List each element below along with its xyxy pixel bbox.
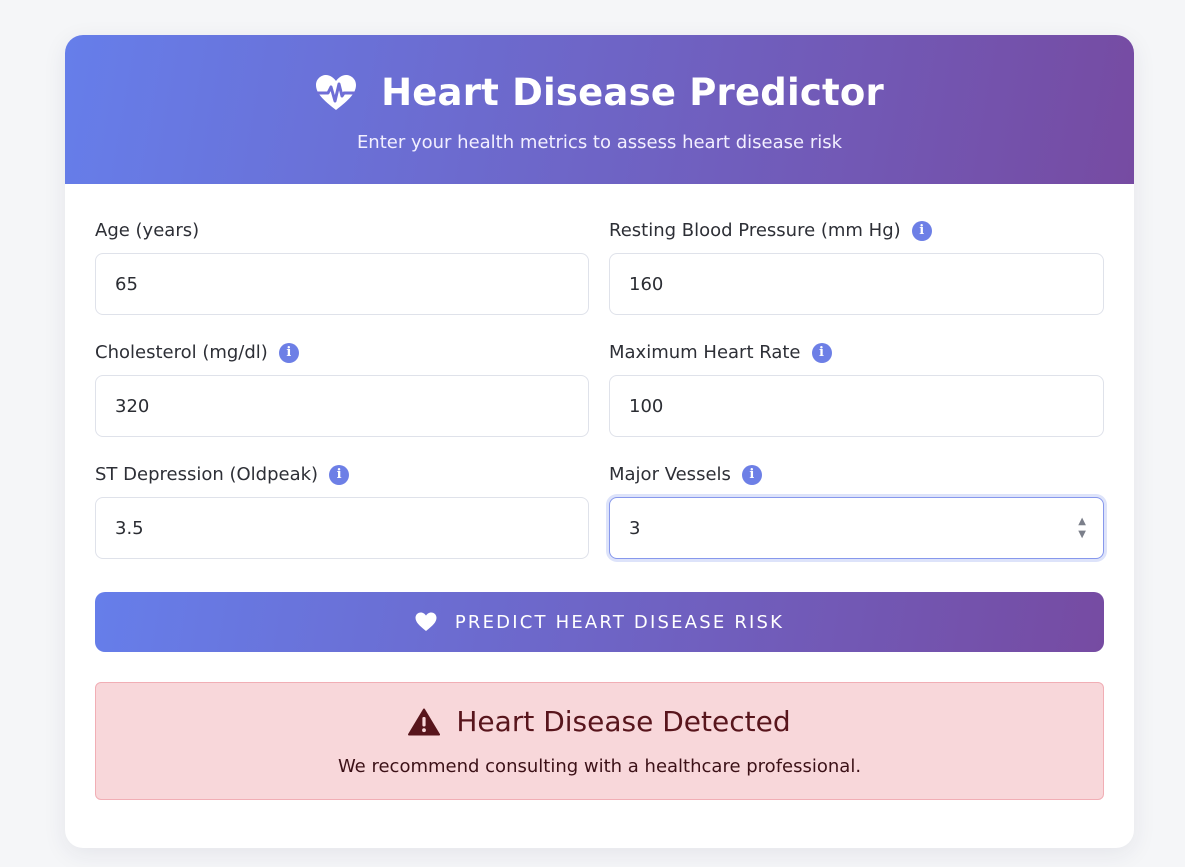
st-depression-input[interactable] bbox=[95, 497, 589, 559]
age-field: Age (years) bbox=[95, 218, 589, 340]
page-subtitle: Enter your health metrics to assess hear… bbox=[356, 132, 843, 153]
major-vessels-label: Major Vessels bbox=[609, 464, 731, 485]
header: Heart Disease Predictor Enter your healt… bbox=[65, 35, 1134, 184]
title-row: Heart Disease Predictor bbox=[65, 71, 1134, 114]
stepper-up-icon[interactable]: ▲ bbox=[1078, 516, 1086, 527]
cholesterol-label: Cholesterol (mg/dl) bbox=[95, 342, 268, 363]
heart-icon bbox=[415, 612, 437, 631]
info-icon[interactable]: i bbox=[278, 342, 299, 363]
info-icon[interactable]: i bbox=[329, 464, 350, 485]
result-title-row: Heart Disease Detected bbox=[96, 705, 1103, 738]
max-heart-rate-label: Maximum Heart Rate bbox=[609, 342, 801, 363]
predict-button[interactable]: PREDICT HEART DISEASE RISK bbox=[95, 592, 1104, 652]
blood-pressure-label-row: Resting Blood Pressure (mm Hg) i bbox=[609, 218, 1104, 243]
page-title: Heart Disease Predictor bbox=[381, 71, 884, 114]
major-vessels-input[interactable]: 3 ▲ ▼ bbox=[609, 497, 1104, 559]
health-form: Age (years) Resting Blood Pressure (mm H… bbox=[65, 184, 1134, 800]
info-icon[interactable]: i bbox=[811, 342, 832, 363]
age-label-row: Age (years) bbox=[95, 218, 589, 243]
max-heart-rate-label-row: Maximum Heart Rate i bbox=[609, 340, 1104, 365]
max-heart-rate-input[interactable] bbox=[609, 375, 1104, 437]
result-alert: Heart Disease Detected We recommend cons… bbox=[95, 682, 1104, 800]
max-heart-rate-field: Maximum Heart Rate i bbox=[609, 340, 1104, 462]
st-depression-field: ST Depression (Oldpeak) i bbox=[95, 462, 589, 584]
heart-pulse-icon bbox=[316, 74, 357, 110]
blood-pressure-field: Resting Blood Pressure (mm Hg) i bbox=[609, 218, 1104, 340]
info-icon[interactable]: i bbox=[911, 220, 932, 241]
major-vessels-value: 3 bbox=[629, 517, 641, 539]
predict-button-label: PREDICT HEART DISEASE RISK bbox=[454, 611, 785, 633]
stepper-down-icon[interactable]: ▼ bbox=[1078, 529, 1086, 540]
major-vessels-label-row: Major Vessels i bbox=[609, 462, 1104, 487]
cholesterol-input[interactable] bbox=[95, 375, 589, 437]
major-vessels-field: Major Vessels i 3 ▲ ▼ bbox=[609, 462, 1104, 584]
number-stepper[interactable]: ▲ ▼ bbox=[1078, 516, 1086, 540]
age-input[interactable] bbox=[95, 253, 589, 315]
age-label: Age (years) bbox=[95, 220, 200, 241]
warning-icon bbox=[408, 708, 441, 735]
blood-pressure-input[interactable] bbox=[609, 253, 1104, 315]
predictor-card: Heart Disease Predictor Enter your healt… bbox=[65, 35, 1134, 848]
result-title: Heart Disease Detected bbox=[456, 705, 791, 738]
info-icon[interactable]: i bbox=[741, 464, 762, 485]
cholesterol-label-row: Cholesterol (mg/dl) i bbox=[95, 340, 589, 365]
st-depression-label-row: ST Depression (Oldpeak) i bbox=[95, 462, 589, 487]
fields-grid: Age (years) Resting Blood Pressure (mm H… bbox=[95, 218, 1104, 584]
blood-pressure-label: Resting Blood Pressure (mm Hg) bbox=[609, 220, 901, 241]
st-depression-label: ST Depression (Oldpeak) bbox=[95, 464, 319, 485]
result-message: We recommend consulting with a healthcar… bbox=[337, 756, 862, 777]
cholesterol-field: Cholesterol (mg/dl) i bbox=[95, 340, 589, 462]
